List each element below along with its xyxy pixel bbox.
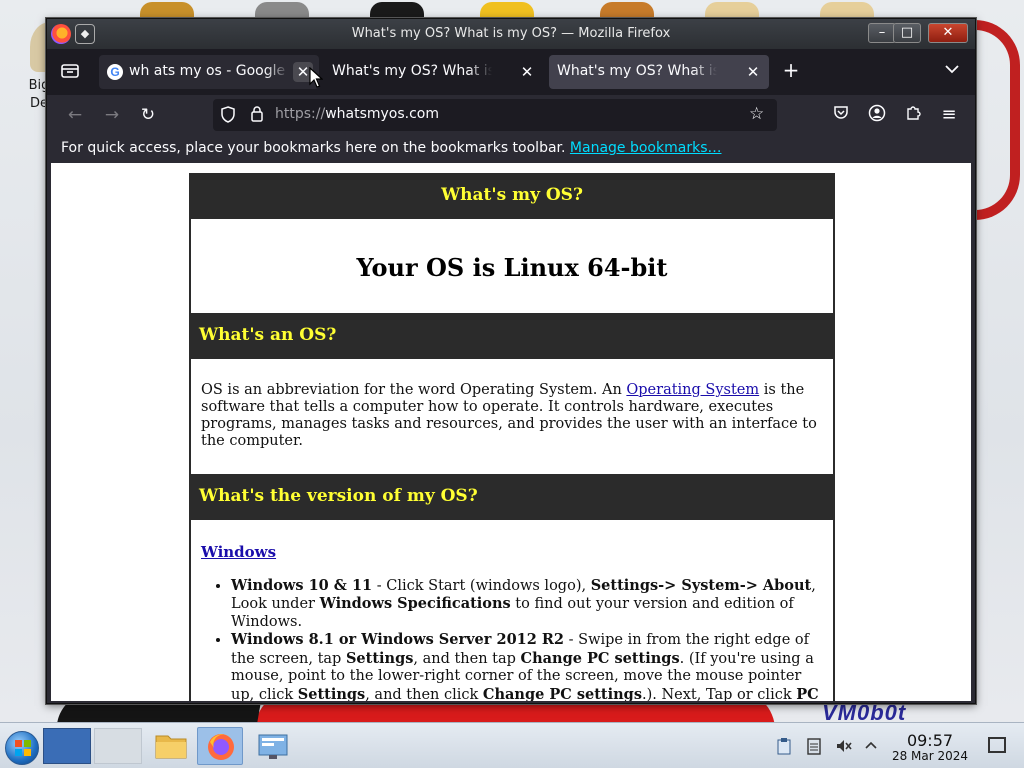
- system-settings-icon[interactable]: [250, 727, 296, 765]
- firefox-view-icon[interactable]: [59, 62, 81, 82]
- bookmarks-hint: For quick access, place your bookmarks h…: [61, 140, 721, 156]
- bookmark-star-icon[interactable]: ☆: [749, 104, 769, 124]
- clock-time: 09:57: [906, 731, 954, 750]
- text-span: OS is an abbreviation for the word Opera…: [201, 382, 627, 398]
- os-result: Your OS is Linux 64-bit: [356, 253, 668, 282]
- hamburger-menu-icon[interactable]: ≡: [938, 104, 960, 126]
- pocket-icon[interactable]: [830, 104, 852, 126]
- tab-label: wh ats my os - Google Search: [129, 63, 289, 79]
- url-text[interactable]: https://whatsmyos.com: [275, 106, 439, 122]
- close-tab-icon[interactable]: ✕: [743, 62, 763, 82]
- extensions-puzzle-icon[interactable]: [902, 104, 924, 126]
- url-bar[interactable]: https://whatsmyos.com ☆: [213, 99, 777, 131]
- bold-text: Change PC settings: [520, 649, 680, 667]
- windows-link[interactable]: Windows: [201, 543, 276, 561]
- forward-arrow-icon[interactable]: →: [100, 104, 124, 126]
- tab-label: What's my OS? What is my OS?: [332, 63, 492, 79]
- bold-text: Change PC settings: [482, 685, 642, 702]
- operating-system-link[interactable]: Operating System: [626, 382, 759, 398]
- minimize-button[interactable]: –: [868, 23, 896, 43]
- close-tab-icon[interactable]: ✕: [517, 62, 537, 82]
- text-span: , and then tap: [413, 650, 521, 667]
- bold-text: Windows Specifications: [319, 595, 511, 612]
- tab-whatsmyos-active[interactable]: What's my OS? What is my OS? ✕: [549, 55, 769, 89]
- title-bar[interactable]: ◆ What's my OS? What is my OS? — Mozilla…: [47, 19, 975, 49]
- url-host: whatsmyos.com: [325, 106, 440, 122]
- url-scheme: https://: [275, 106, 326, 122]
- maximize-button[interactable]: □: [893, 23, 921, 43]
- back-arrow-icon[interactable]: ←: [63, 104, 87, 126]
- mouse-cursor-icon: [309, 67, 323, 88]
- bold-text: Settings: [297, 685, 366, 702]
- version-section: Windows Windows 10 & 11 - Click Start (w…: [191, 518, 833, 701]
- page-content: What's my OS? Your OS is Linux 64-bit Wh…: [51, 163, 971, 701]
- new-tab-icon[interactable]: +: [780, 60, 802, 82]
- section-heading-whats-os: What's an OS?: [191, 315, 833, 357]
- bold-text: Settings-> System-> About: [590, 576, 812, 594]
- bookmarks-toolbar: For quick access, place your bookmarks h…: [47, 135, 975, 163]
- os-result-box: Your OS is Linux 64-bit: [191, 217, 833, 315]
- tab-label: What's my OS? What is my OS?: [557, 63, 717, 79]
- bold-text: Windows 10 & 11: [231, 576, 373, 594]
- tab-google-search[interactable]: G wh ats my os - Google Search ✕: [99, 55, 319, 89]
- wallpaper-ring-shape: [975, 20, 1020, 220]
- list-item: Windows 10 & 11 - Click Start (windows l…: [231, 577, 823, 632]
- file-manager-icon[interactable]: [148, 727, 194, 765]
- page-title: What's my OS?: [191, 175, 833, 217]
- chevron-down-icon[interactable]: [941, 62, 963, 82]
- shield-icon[interactable]: [221, 106, 237, 124]
- clock[interactable]: 09:57 28 Mar 2024: [885, 731, 975, 763]
- bookmarks-hint-text: For quick access, place your bookmarks h…: [61, 140, 566, 156]
- account-icon[interactable]: [866, 104, 888, 126]
- volume-muted-icon[interactable]: [835, 737, 853, 755]
- window-title: What's my OS? What is my OS? — Mozilla F…: [351, 26, 671, 41]
- text-span: , and then click: [365, 686, 483, 702]
- clock-date: 28 Mar 2024: [891, 749, 969, 763]
- virtual-desktop-2[interactable]: [94, 728, 142, 764]
- firefox-window: ◆ What's my OS? What is my OS? — Mozilla…: [46, 18, 976, 704]
- text-span: - Click Start (windows logo),: [372, 577, 591, 594]
- show-desktop-icon[interactable]: [988, 737, 1006, 753]
- manage-bookmarks-link[interactable]: Manage bookmarks…: [570, 140, 722, 156]
- chevron-up-icon[interactable]: [862, 737, 880, 755]
- text-span: .). Next, Tap or click: [641, 686, 797, 702]
- clipboard-tray-icon[interactable]: [775, 737, 793, 755]
- firefox-taskbar-icon[interactable]: [197, 727, 243, 765]
- tab-whatsmyos-1[interactable]: What's my OS? What is my OS? ✕: [323, 55, 543, 89]
- virtual-desktop-1[interactable]: [43, 728, 91, 764]
- page-container: What's my OS? Your OS is Linux 64-bit Wh…: [189, 173, 835, 701]
- navigation-toolbar: ← → ↻ https://whatsmyos.com ☆ ≡: [47, 95, 975, 135]
- list-item: Windows 8.1 or Windows Server 2012 R2 - …: [231, 631, 823, 701]
- tab-bar: G wh ats my os - Google Search ✕ What's …: [47, 49, 975, 95]
- close-window-button[interactable]: ✕: [928, 23, 968, 43]
- taskbar: 09:57 28 Mar 2024: [0, 722, 1024, 768]
- whats-os-paragraph: OS is an abbreviation for the word Opera…: [191, 357, 833, 476]
- section-heading-version: What's the version of my OS?: [191, 476, 833, 518]
- bold-text: Settings: [345, 649, 414, 667]
- windows-logo-icon: [15, 740, 31, 756]
- reload-icon[interactable]: ↻: [136, 104, 160, 126]
- lock-icon[interactable]: [250, 105, 264, 123]
- start-menu-button[interactable]: [5, 731, 39, 765]
- windows-instructions-list: Windows 10 & 11 - Click Start (windows l…: [231, 577, 823, 702]
- notes-tray-icon[interactable]: [805, 737, 823, 755]
- bold-text: Windows 8.1 or Windows Server 2012 R2: [231, 631, 565, 648]
- google-favicon-icon: G: [107, 64, 123, 80]
